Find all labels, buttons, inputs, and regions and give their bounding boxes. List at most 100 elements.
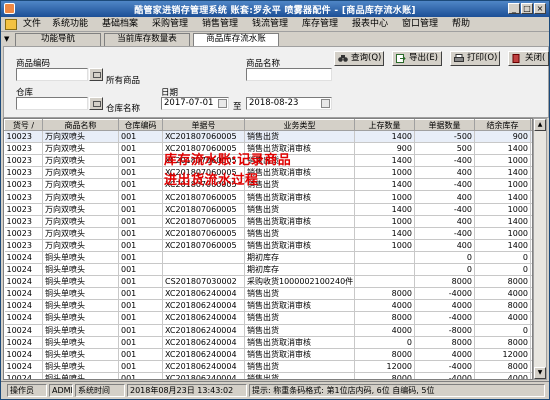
table-cell: 10023 <box>4 215 43 228</box>
table-row[interactable]: 10024铜头单喷头001期初库存002018-0 <box>4 251 532 265</box>
menu-system[interactable]: 系统功能 <box>52 18 88 31</box>
table-cell: 10024 <box>4 360 43 373</box>
table-cell: 900 <box>354 142 415 156</box>
column-header[interactable]: 商品名称 <box>42 119 119 131</box>
table-cell: 10023 <box>4 178 43 192</box>
calendar-icon[interactable] <box>218 99 227 108</box>
table-row[interactable]: 10024铜头单喷头001期初库存002018-0 <box>4 263 532 277</box>
menu-help[interactable]: 帮助 <box>452 18 470 31</box>
table-cell: 8000 <box>414 275 475 289</box>
menu-file[interactable]: 文件 <box>23 18 41 31</box>
menu-reports[interactable]: 报表中心 <box>352 18 388 31</box>
table-cell: 1000 <box>354 239 415 252</box>
table-row[interactable]: 10023 万向双喷头 001 XC201807060005 销售出货取消审核 1000 4… <box>4 215 532 228</box>
column-header[interactable]: 货号 / <box>4 119 43 131</box>
table-cell: 铜头单喷头 <box>42 263 119 277</box>
table-cell: 4000 <box>354 299 415 313</box>
export-button[interactable]: 导出(E) <box>392 51 442 66</box>
table-cell: 500 <box>414 142 475 156</box>
tab-current-stock[interactable]: 当前库存数量表 <box>104 33 190 46</box>
table-cell: -4000 <box>414 360 475 373</box>
tab-bar: ▼ 功能导航 当前库存数量表 商品库存流水账 <box>1 32 549 46</box>
menu-inventory[interactable]: 库存管理 <box>302 18 338 31</box>
maximize-button[interactable]: □ <box>521 3 533 14</box>
table-cell: 销售出货 <box>244 360 355 373</box>
table-cell: 10023 <box>4 154 43 168</box>
table-cell: -400 <box>414 203 475 216</box>
table-cell: 10024 <box>4 348 43 361</box>
menu-cash-flow[interactable]: 钱流管理 <box>252 18 288 31</box>
table-cell: -4000 <box>414 372 475 379</box>
table-cell: 1400 <box>354 130 415 144</box>
table-cell: 万向双喷头 <box>42 239 119 252</box>
table-cell: 1400 <box>474 239 531 252</box>
table-cell: 001 <box>118 227 163 240</box>
date-from-input[interactable]: 2017-07-01 <box>161 97 229 110</box>
table-cell: 铜头单喷头 <box>42 348 119 361</box>
annotation-line-2: 进出货流水过程 <box>164 173 259 188</box>
close-window-button[interactable]: × <box>534 3 546 14</box>
table-cell: 4000 <box>474 372 531 379</box>
table-row[interactable]: 10024 铜头单喷头 001 XC201806240004 销售出货取消审核 0 8000… <box>4 336 532 349</box>
table-row[interactable]: 10023 万向双喷头 001 XC201807060005 销售出货 1400 -400 1… <box>4 227 532 240</box>
close-button[interactable]: 关闭( <box>508 51 549 66</box>
date-to-input[interactable]: 2018-08-23 <box>246 97 332 110</box>
scroll-down-arrow-icon[interactable]: ▼ <box>534 367 546 379</box>
tab-stock-ledger[interactable]: 商品库存流水账 <box>193 33 279 46</box>
table-cell: 万向双喷头 <box>42 227 119 240</box>
table-row[interactable]: 10023 万向双喷头 001 XC201807060005 销售出货取消审核 1000 4… <box>4 239 532 252</box>
all-products-label: 所有商品 <box>106 76 141 86</box>
table-cell: 8000 <box>354 372 415 379</box>
table-cell: XC201807060005 <box>162 203 245 216</box>
minimize-button[interactable]: _ <box>508 3 520 14</box>
table-cell: 4000 <box>354 324 415 337</box>
vertical-scrollbar[interactable]: ▲ ▼ <box>533 118 547 380</box>
table-cell: 4000 <box>474 287 531 301</box>
column-header[interactable]: 上存数量 <box>354 119 415 131</box>
menu-window[interactable]: 窗口管理 <box>402 18 438 31</box>
table-row[interactable]: 10024 铜头单喷头 001 CS201807030002 采购收货100000210… <box>4 275 532 289</box>
table-row[interactable]: 10024 铜头单喷头 001 XC201806240004 销售出货 8000 -4000… <box>4 287 532 301</box>
table-row[interactable]: 10024 铜头单喷头 001 XC201806240004 销售出货取消审核 8000 4… <box>4 348 532 361</box>
table-cell: 001 <box>118 215 163 228</box>
menu-purchase[interactable]: 采购管理 <box>152 18 188 31</box>
product-name-input[interactable] <box>246 68 332 81</box>
calendar-icon[interactable] <box>321 99 330 108</box>
menu-sales[interactable]: 销售管理 <box>202 18 238 31</box>
table-cell: 10023 <box>4 190 43 204</box>
column-header[interactable]: 仓库编码 <box>118 119 163 131</box>
table-cell: -400 <box>414 154 475 168</box>
column-header[interactable]: 单据号 <box>162 119 245 131</box>
table-cell: 10023 <box>4 166 43 180</box>
table-row[interactable]: 10024 铜头单喷头 001 XC201806240004 销售出货 8000 -4000… <box>4 372 532 379</box>
product-code-input[interactable] <box>16 68 88 81</box>
print-button[interactable]: 打印(O) <box>450 51 500 66</box>
table-row[interactable]: 10024 铜头单喷头 001 XC201806240004 销售出货取消审核 4000 4… <box>4 299 532 313</box>
table-cell: 8000 <box>474 360 531 373</box>
table-cell: 销售出货 <box>244 287 355 301</box>
table-row[interactable]: 10023 万向双喷头 001 XC201807060005 销售出货取消审核 1000 4… <box>4 190 532 204</box>
scroll-up-arrow-icon[interactable]: ▲ <box>534 119 546 131</box>
table-cell <box>162 263 245 277</box>
query-button[interactable]: 查询(Q) <box>334 51 384 66</box>
table-row[interactable]: 10023 万向双喷头 001 XC201807060005 销售出货 1400 -400 1… <box>4 203 532 216</box>
table-row[interactable]: 10024 铜头单喷头 001 XC201806240004 销售出货 8000 -4000… <box>4 311 532 325</box>
product-picker-button[interactable] <box>89 68 103 81</box>
table-cell: 001 <box>118 324 163 337</box>
table-cell: 10024 <box>4 336 43 349</box>
operator-value: ADMIN <box>49 384 73 397</box>
warehouse-input[interactable] <box>16 97 88 110</box>
table-row[interactable]: 10024 铜头单喷头 001 XC201806240004 销售出货 12000 -400… <box>4 360 532 373</box>
column-header[interactable]: 结余库存 <box>474 119 531 131</box>
table-cell: 001 <box>118 275 163 289</box>
tab-function-nav[interactable]: 功能导航 <box>15 33 101 46</box>
menu-basic-records[interactable]: 基础档案 <box>102 18 138 31</box>
table-row[interactable]: 10024 铜头单喷头 001 XC201806240004 销售出货 4000 -8000… <box>4 324 532 337</box>
tab-nav-arrow-icon[interactable]: ▼ <box>4 35 9 43</box>
warehouse-picker-button[interactable] <box>89 97 103 110</box>
table-row[interactable]: 10023 万向双喷头 001 XC201807060005 销售出货 1400 -500 9… <box>4 130 532 144</box>
table-cell: 1000 <box>474 203 531 216</box>
table-cell: 铜头单喷头 <box>42 372 119 379</box>
column-header[interactable]: 单据数量 <box>414 119 475 131</box>
column-header[interactable]: 业务类型 <box>244 119 355 131</box>
